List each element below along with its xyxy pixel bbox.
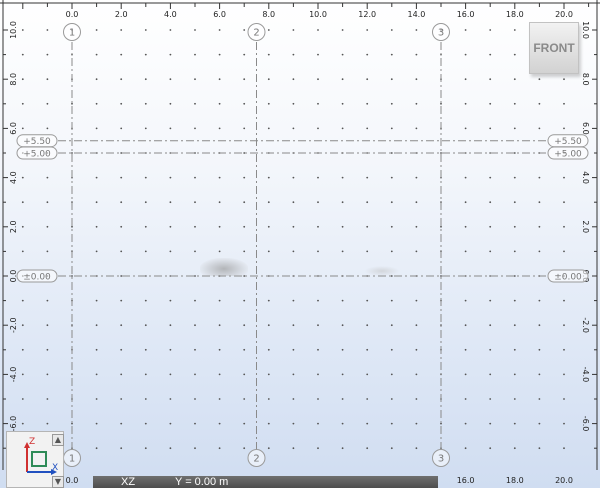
model-element-shadow — [365, 266, 399, 276]
status-bar: XZ Y = 0.00 m — [93, 476, 438, 488]
bottom-ruler-label: 18.0 — [506, 476, 524, 485]
left-ruler-label: 4.0 — [9, 171, 18, 184]
top-ruler-label: 10.0 — [309, 10, 327, 19]
level-label: +5.00 — [554, 150, 582, 160]
model-element-shadow — [200, 258, 248, 276]
right-ruler-label: 4.0 — [581, 171, 590, 184]
level-label: +5.50 — [23, 137, 51, 147]
right-ruler-label: -4.0 — [581, 367, 590, 383]
grid-axis-label: 2 — [253, 28, 259, 39]
left-ruler-label: 6.0 — [9, 122, 18, 135]
top-ruler-label: 8.0 — [262, 10, 275, 19]
plane-coordinate-label: Y = 0.00 m — [175, 476, 229, 488]
left-ruler-label: 10.0 — [9, 21, 18, 39]
top-ruler-label: 4.0 — [164, 10, 177, 19]
bottom-ruler-label: 16.0 — [457, 476, 475, 485]
navigation-widget[interactable]: Z X ▲ ▼ — [6, 431, 64, 488]
top-ruler-label: 0.0 — [66, 10, 79, 19]
working-plane-label: XZ — [121, 476, 136, 488]
grid-axis-label: 3 — [438, 454, 444, 465]
view-cube-front[interactable]: FRONT — [529, 22, 579, 74]
right-ruler-label: 8.0 — [581, 73, 590, 86]
grid-axis-label: 1 — [69, 28, 75, 39]
level-label: ±0.00 — [23, 273, 51, 283]
3d-viewport[interactable]: 0.0 2.0 4.0 6.0 8.0 10.0 12.0 14.0 16.0 18.0 20.0 0… — [0, 0, 600, 488]
axis-x-label: X — [52, 463, 58, 473]
top-ruler-label: 18.0 — [506, 10, 524, 19]
axis-z-label: Z — [29, 437, 35, 447]
right-ruler-label: -6.0 — [581, 416, 590, 432]
top-ruler-label: 20.0 — [555, 10, 573, 19]
bottom-ruler-label: 0.0 — [66, 476, 79, 485]
right-ruler-label: 6.0 — [581, 122, 590, 135]
left-ruler-label: 2.0 — [9, 220, 18, 233]
grid-axis-label: 1 — [69, 454, 75, 465]
level-label: ±0.00 — [554, 273, 582, 283]
right-ruler-label: 10.0 — [581, 21, 590, 39]
left-ruler-label: 8.0 — [9, 73, 18, 86]
grid-axis-label: 2 — [253, 454, 259, 465]
rotate-up-arrow-icon[interactable]: ▲ — [52, 434, 64, 446]
top-ruler-label: 14.0 — [407, 10, 425, 19]
grid-axis-label: 3 — [438, 28, 444, 39]
bottom-ruler-label: 20.0 — [555, 476, 573, 485]
top-ruler-label: 12.0 — [358, 10, 376, 19]
rotate-down-arrow-icon[interactable]: ▼ — [52, 476, 64, 488]
level-label: +5.50 — [554, 137, 582, 147]
level-label: +5.00 — [23, 150, 51, 160]
top-ruler-label: 2.0 — [115, 10, 128, 19]
grid-canvas: 0.0 2.0 4.0 6.0 8.0 10.0 12.0 14.0 16.0 18.0 20.00… — [0, 0, 600, 485]
left-ruler-label: -6.0 — [9, 416, 18, 432]
left-ruler-label: -2.0 — [9, 317, 18, 333]
right-ruler-label: -2.0 — [581, 317, 590, 333]
top-ruler-label: 16.0 — [457, 10, 475, 19]
top-ruler-label: 6.0 — [213, 10, 226, 19]
left-ruler-label: -4.0 — [9, 367, 18, 383]
right-ruler-label: 2.0 — [581, 220, 590, 233]
